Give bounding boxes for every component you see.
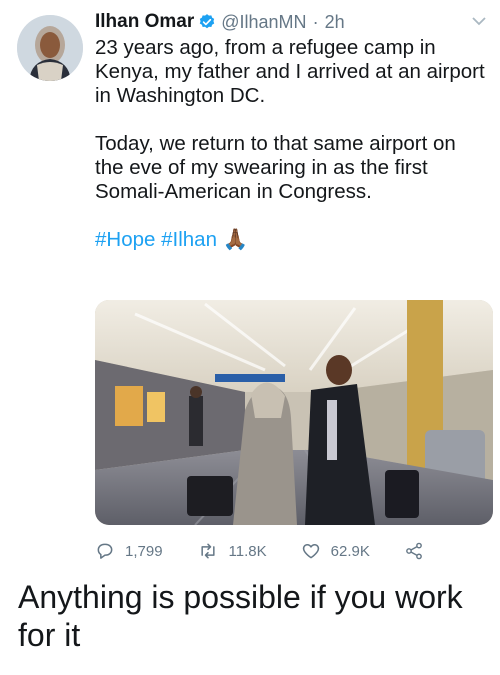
tweet-card[interactable]: Ilhan Omar @IlhanMN · 2h 23 years ago, f… [0, 0, 500, 560]
avatar-image [17, 15, 83, 81]
tweet-header: Ilhan Omar @IlhanMN · 2h [95, 10, 480, 34]
share-icon [405, 542, 422, 560]
author-handle[interactable]: @IlhanMN [221, 12, 306, 33]
meme-caption: Anything is possible if you work for it [18, 579, 463, 653]
retweet-count: 11.8K [228, 542, 267, 560]
tweet-actions: 1,799 11.8K 62.9K [95, 538, 475, 564]
header-separator: · [312, 11, 319, 32]
verified-badge-icon [200, 14, 215, 29]
tweet-hashtags: #Hope #Ilhan 🙏🏾 [95, 228, 490, 252]
reply-icon [97, 543, 113, 559]
tweet-time[interactable]: 2h [325, 12, 345, 33]
chevron-down-icon[interactable] [472, 16, 486, 26]
like-button[interactable]: 62.9K [301, 541, 370, 561]
author-name[interactable]: Ilhan Omar [95, 11, 194, 33]
praying-hands-emoji: 🙏🏾 [222, 228, 249, 251]
like-icon [302, 544, 319, 559]
retweet-icon [200, 543, 215, 559]
tweet-paragraph-1: 23 years ago, from a refugee camp in Ken… [95, 36, 485, 107]
reply-button[interactable]: 1,799 [95, 541, 163, 561]
retweet-button[interactable]: 11.8K [197, 541, 267, 561]
hashtag-hope[interactable]: #Hope [95, 228, 155, 251]
reply-count: 1,799 [125, 542, 163, 560]
share-button[interactable] [404, 541, 434, 561]
tweet-media-photo[interactable] [95, 300, 493, 525]
avatar[interactable] [17, 15, 83, 81]
tweet-paragraph-2: Today, we return to that same airport on… [95, 132, 456, 203]
airport-photo [95, 300, 493, 525]
tweet-text: 23 years ago, from a refugee camp in Ken… [95, 36, 490, 252]
like-count: 62.9K [330, 542, 370, 560]
hashtag-ilhan[interactable]: #Ilhan [161, 228, 217, 251]
